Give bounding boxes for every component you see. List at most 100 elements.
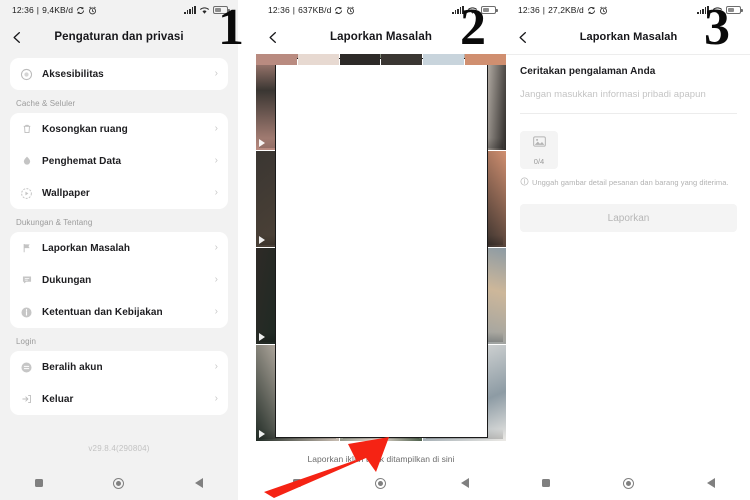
status-data-rate: 637KB/d <box>298 5 332 15</box>
back-triangle-icon[interactable] <box>706 478 715 488</box>
back-triangle-icon[interactable] <box>194 478 203 488</box>
screenshot-root: 12:36 | 9,4KB/d Pengaturan dan privasi A… <box>0 0 750 500</box>
app-bar-1: Pengaturan dan privasi <box>0 20 238 54</box>
status-bar-left-3: 12:36 | 27,2KB/d <box>518 5 608 15</box>
status-bar-left-1: 12:36 | 9,4KB/d <box>12 5 97 15</box>
status-time: 12:36 <box>12 5 34 15</box>
back-arrow-icon <box>518 31 526 43</box>
form-heading: Ceritakan pengalaman Anda <box>520 66 656 77</box>
status-bar-1: 12:36 | 9,4KB/d <box>0 0 238 20</box>
app-version-label: v29.8.4(290804) <box>88 444 150 453</box>
battery-icon <box>213 6 230 14</box>
status-bar-right-1 <box>184 5 230 15</box>
chevron-right-icon: › <box>214 274 218 285</box>
feed-strip-cell <box>297 54 339 65</box>
android-nav-bar-3 <box>506 466 750 500</box>
page-title-2: Laporkan Masalah <box>330 31 432 43</box>
wifi-icon <box>467 6 478 15</box>
sidebar-item-ketentuan-dan-kebijakan[interactable]: Ketentuan dan Kebijakan › <box>10 296 228 328</box>
status-bar-left-2: 12:36 | 637KB/d <box>268 5 355 15</box>
form-divider <box>506 54 750 55</box>
settings-item-label: Kosongkan ruang <box>42 123 128 135</box>
sidebar-item-laporkan-masalah[interactable]: Laporkan Masalah › <box>10 232 228 264</box>
chevron-right-icon: › <box>214 123 218 134</box>
android-nav-bar-2 <box>256 466 506 500</box>
status-time: 12:36 <box>268 5 290 15</box>
recents-square-icon[interactable] <box>35 479 44 487</box>
battery-icon <box>481 6 498 14</box>
sidebar-item-kosongkan-ruang[interactable]: Kosongkan ruang › <box>10 113 228 145</box>
play-icon <box>259 236 265 244</box>
image-upload-button[interactable]: 0/4 <box>520 131 558 169</box>
logout-icon <box>19 392 34 407</box>
upload-hint: Unggah gambar detail pesanan dan barang … <box>520 177 737 188</box>
status-bar-3: 12:36 | 27,2KB/d <box>506 0 750 20</box>
chevron-right-icon: › <box>214 361 218 372</box>
panel-divider-1 <box>238 0 256 500</box>
feed-strip-cell <box>256 54 297 65</box>
wallpaper-icon <box>19 186 34 201</box>
feed-strip-cell <box>381 54 423 65</box>
upload-count-label: 0/4 <box>533 157 545 166</box>
back-arrow-icon <box>12 31 20 43</box>
back-button-2[interactable] <box>256 20 290 54</box>
report-form: Ceritakan pengalaman Anda Jangan masukka… <box>506 54 750 500</box>
wifi-icon <box>712 6 723 15</box>
phone-panel-report-form: 12:36 | 27,2KB/d Laporkan Masalah Cerita… <box>506 0 750 500</box>
status-bar-right-3 <box>697 5 743 15</box>
back-arrow-icon <box>268 31 276 43</box>
play-icon <box>259 333 265 341</box>
sidebar-item-keluar[interactable]: Keluar › <box>10 383 228 415</box>
feed-strip-cell <box>465 54 506 65</box>
sidebar-item-penghemat-data[interactable]: Penghemat Data › <box>10 145 228 177</box>
settings-card-cache: Kosongkan ruang › Penghemat Data › Wallp… <box>10 113 228 209</box>
feed-strip-cell <box>423 54 465 65</box>
sidebar-item-beralih-akun[interactable]: Beralih akun › <box>10 351 228 383</box>
home-circle-icon[interactable] <box>113 477 125 489</box>
sidebar-item-dukungan[interactable]: Dukungan › <box>10 264 228 296</box>
chevron-right-icon: › <box>214 155 218 166</box>
settings-card-support: Laporkan Masalah › Dukungan › Ketentuan … <box>10 232 228 328</box>
page-title-3: Laporkan Masalah <box>579 31 678 43</box>
upload-hint-label: Unggah gambar detail pesanan dan barang … <box>532 178 729 187</box>
flag-icon <box>19 241 34 256</box>
back-button-3[interactable] <box>506 20 540 54</box>
back-triangle-icon[interactable] <box>460 478 469 488</box>
chevron-right-icon: › <box>214 306 218 317</box>
home-circle-icon[interactable] <box>375 477 387 489</box>
chevron-right-icon: › <box>214 68 218 79</box>
recents-square-icon[interactable] <box>542 479 551 487</box>
experience-textarea[interactable]: Jangan masukkan informasi pribadi apapun <box>520 89 737 114</box>
alarm-icon <box>88 6 97 15</box>
back-button-1[interactable] <box>0 20 34 54</box>
settings-group-label-support: Dukungan & Tentang <box>16 218 93 227</box>
feed-top-strip <box>256 54 506 65</box>
settings-card-general: Aksesibilitas › <box>10 58 228 90</box>
chevron-right-icon: › <box>214 242 218 253</box>
settings-item-label: Beralih akun <box>42 361 103 373</box>
sidebar-item-wallpaper[interactable]: Wallpaper › <box>10 177 228 209</box>
phone-panel-settings: 12:36 | 9,4KB/d Pengaturan dan privasi A… <box>0 0 238 500</box>
status-separator: | <box>36 5 40 15</box>
recents-square-icon[interactable] <box>293 479 302 487</box>
settings-item-label: Wallpaper <box>42 187 90 199</box>
feed-strip-cell <box>339 54 381 65</box>
settings-item-label: Dukungan <box>42 274 92 286</box>
submit-report-button[interactable]: Laporkan <box>520 204 737 232</box>
settings-card-login: Beralih akun › Keluar › <box>10 351 228 415</box>
status-data-rate: 9,4KB/d <box>42 5 74 15</box>
settings-group-label-login: Login <box>16 337 37 346</box>
image-upload-icon <box>532 134 547 154</box>
sidebar-item-aksesibilitas[interactable]: Aksesibilitas › <box>10 58 228 90</box>
info-circle-icon <box>520 177 529 188</box>
trash-icon <box>19 122 34 137</box>
home-circle-icon[interactable] <box>622 477 634 489</box>
sync-icon <box>587 6 596 15</box>
sync-icon <box>76 6 85 15</box>
status-data-rate: 27,2KB/d <box>548 5 584 15</box>
play-icon <box>259 139 265 147</box>
status-time: 12:36 <box>518 5 540 15</box>
loading-overlay-sheet <box>275 58 488 438</box>
status-bar-2: 12:36 | 637KB/d <box>256 0 506 20</box>
chat-icon <box>19 273 34 288</box>
